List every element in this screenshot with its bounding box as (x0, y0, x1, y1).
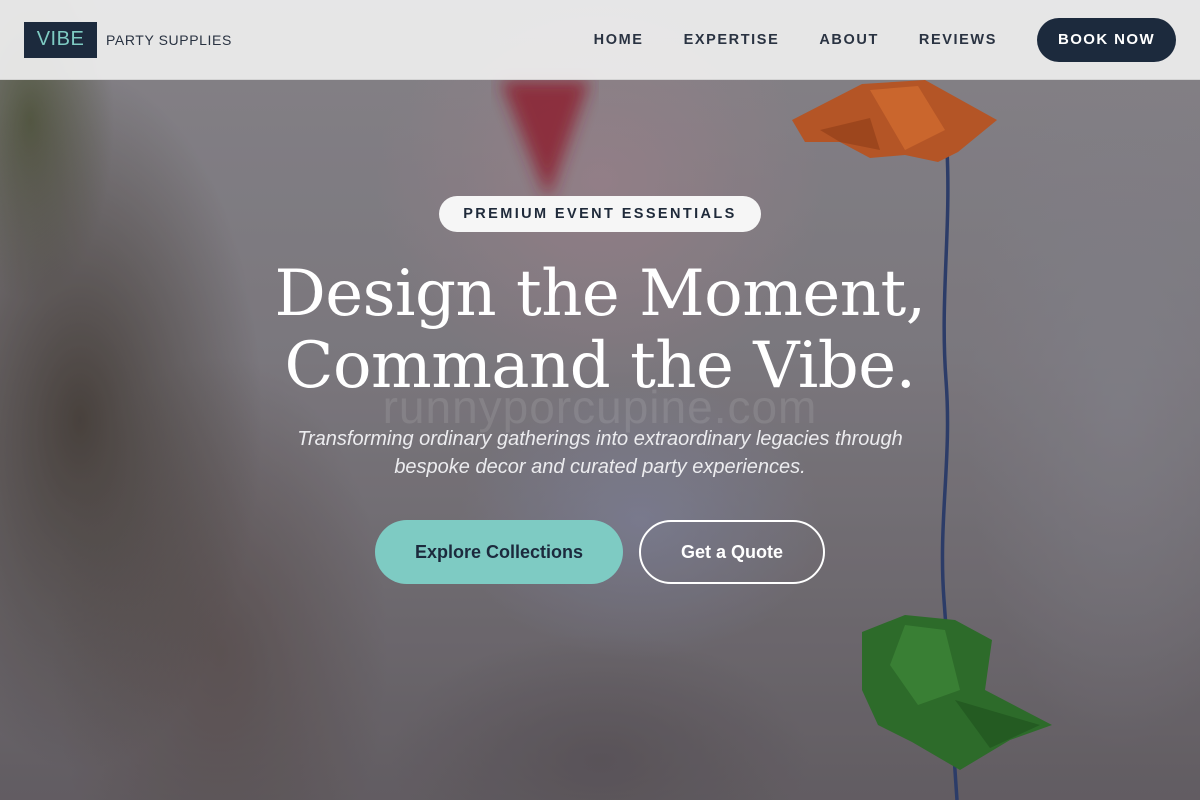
hero-headline-line2: Command the Vibe. (284, 329, 916, 403)
hero-headline: Design the Moment, Command the Vibe. (0, 258, 1200, 402)
get-a-quote-button[interactable]: Get a Quote (639, 520, 825, 584)
hero-section: PREMIUM EVENT ESSENTIALS runnyporcupine.… (0, 0, 1200, 800)
hero-subtitle: Transforming ordinary gatherings into ex… (0, 425, 1200, 481)
hero-subtitle-line2: bespoke decor and curated party experien… (394, 456, 806, 478)
explore-collections-button[interactable]: Explore Collections (375, 520, 623, 584)
hero-subtitle-line1: Transforming ordinary gatherings into ex… (297, 428, 903, 450)
landing-page: VIBE PARTY SUPPLIES HOME EXPERTISE ABOUT… (0, 0, 1200, 800)
hero-badge: PREMIUM EVENT ESSENTIALS (439, 196, 761, 232)
hero-headline-line1: Design the Moment, (274, 257, 926, 331)
